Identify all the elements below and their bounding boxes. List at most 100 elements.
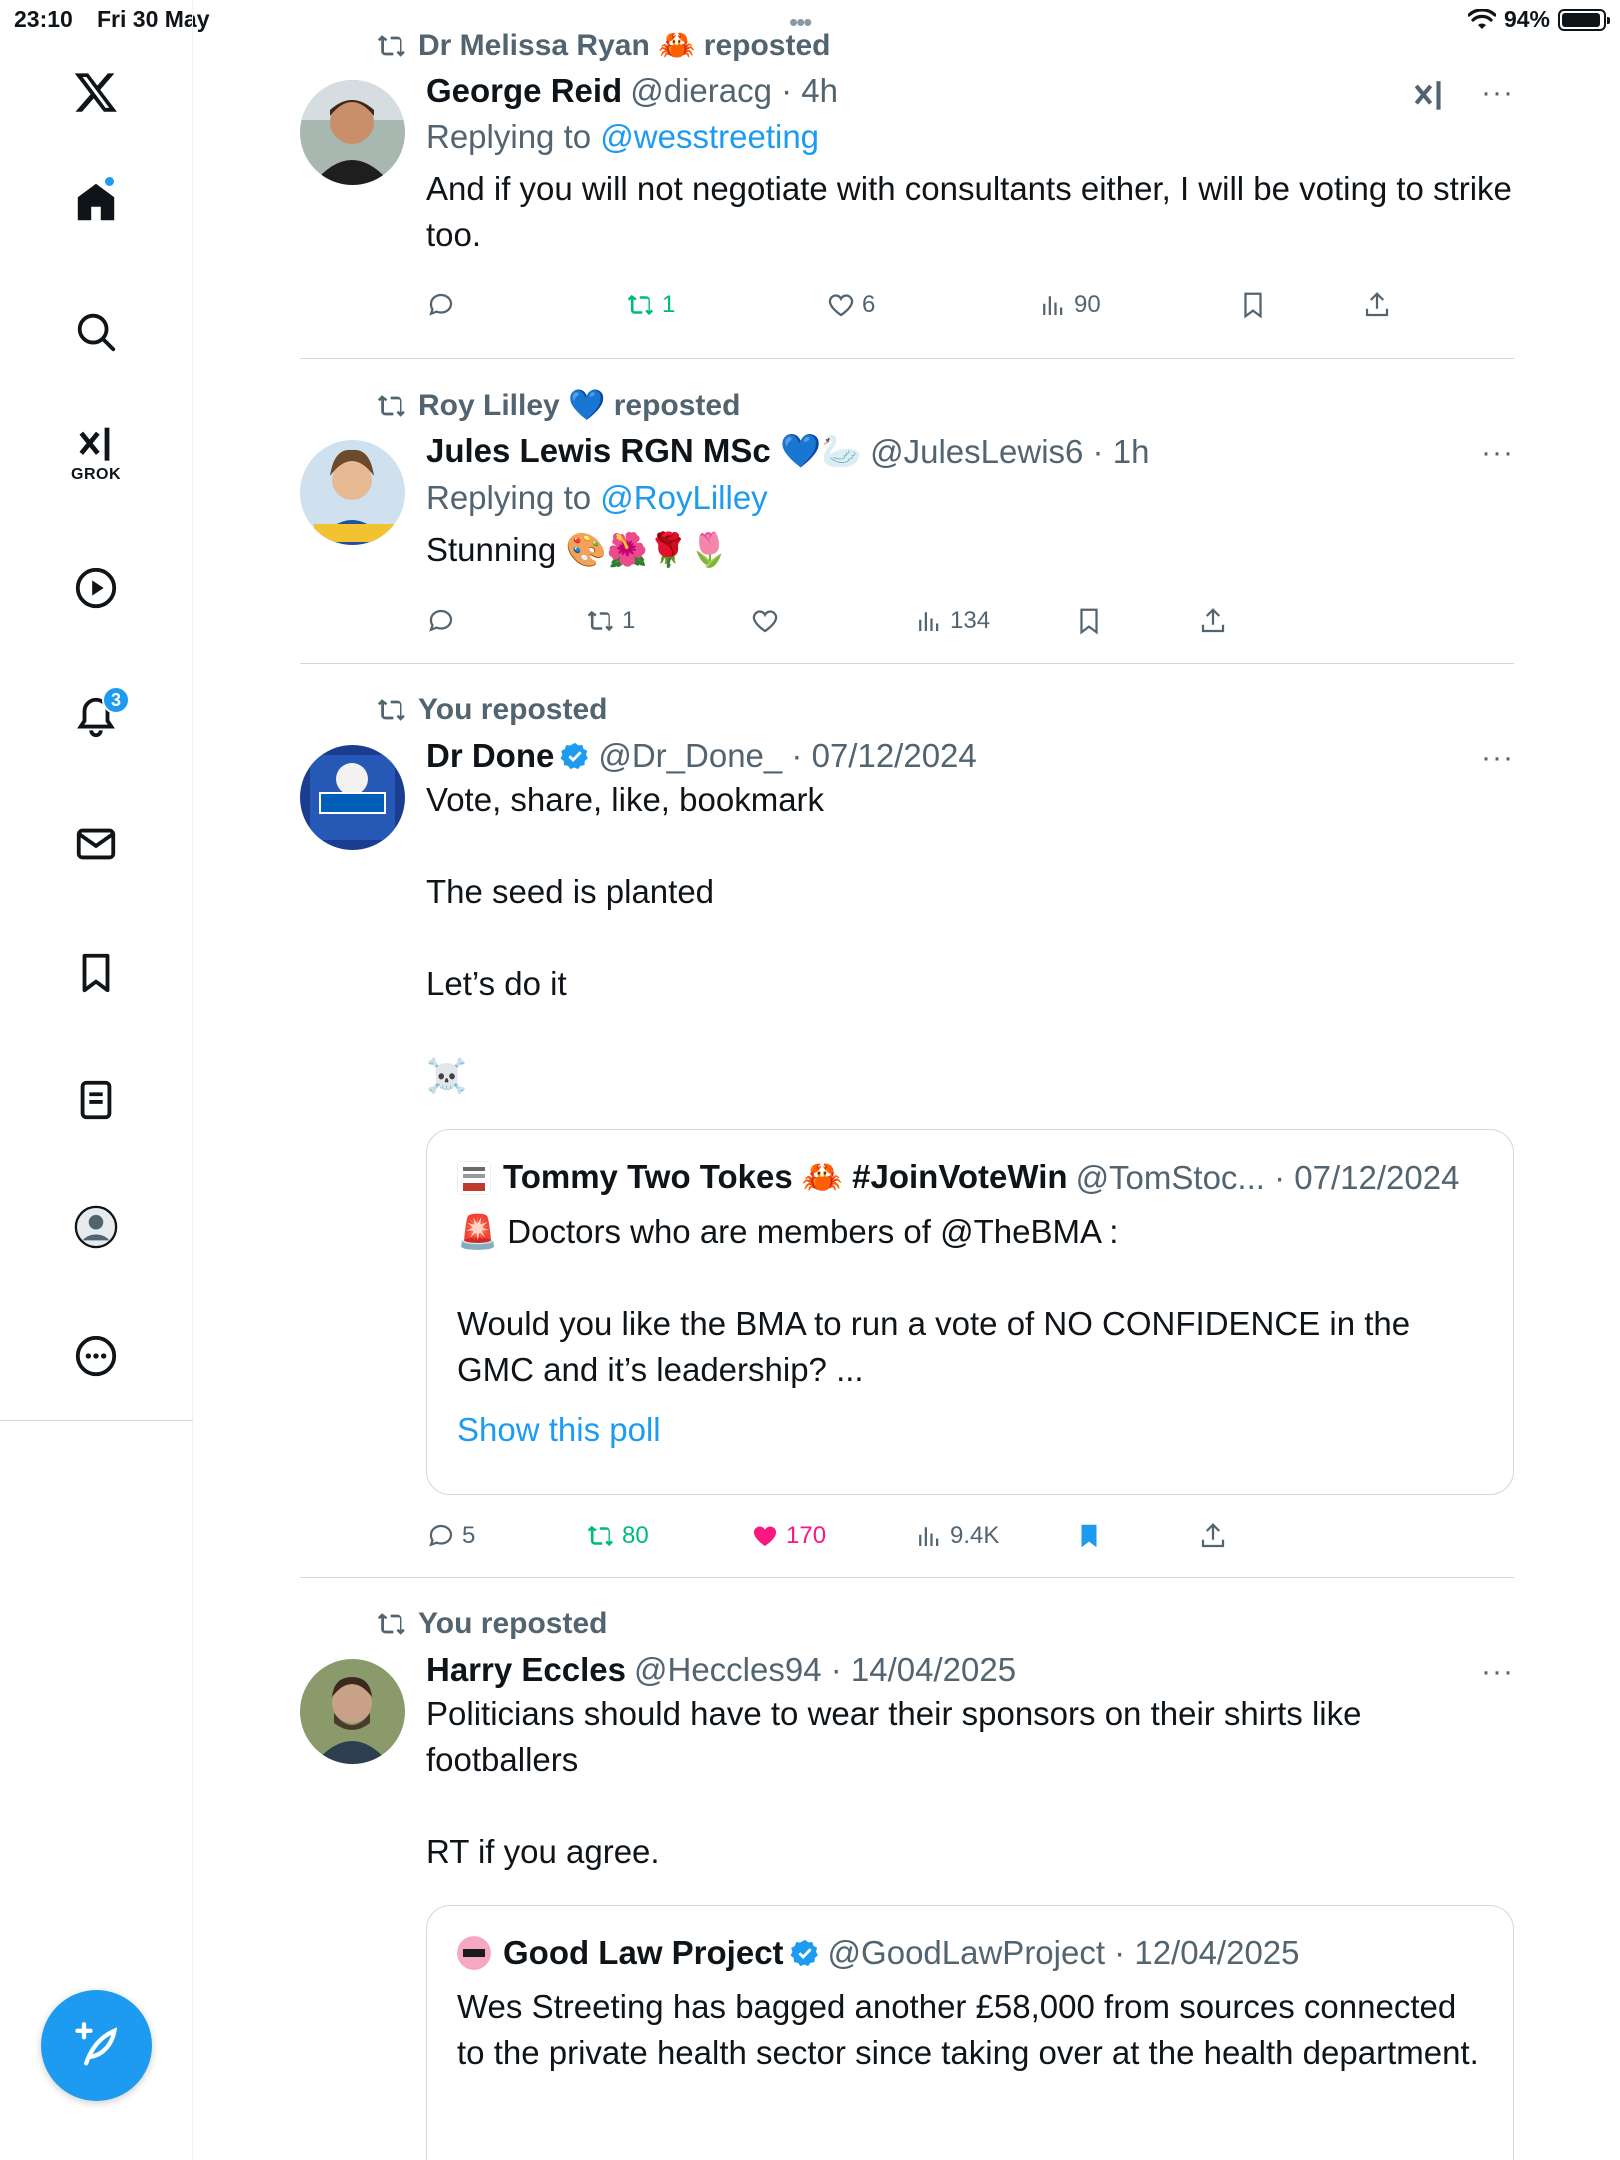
quoted-author-name[interactable]: Good Law Project xyxy=(503,1934,784,1972)
author-name[interactable]: Dr Done xyxy=(426,737,554,775)
quoted-author-avatar[interactable] xyxy=(457,1160,491,1195)
tweet-text: Vote, share, like, bookmark The seed is … xyxy=(426,781,825,1094)
repost-button[interactable]: 80 xyxy=(586,1521,649,1551)
sidebar-item-video[interactable] xyxy=(56,548,136,628)
bookmark-icon xyxy=(1080,608,1098,635)
like-button[interactable] xyxy=(750,606,786,636)
repost-icon xyxy=(377,1613,405,1635)
status-right: 94% xyxy=(1467,6,1610,33)
bookmark-button[interactable] xyxy=(1074,1521,1104,1551)
author-handle[interactable]: @Dr_Done_ · 07/12/2024 xyxy=(598,737,976,775)
author-handle[interactable]: @JulesLewis6 · 1h xyxy=(870,433,1149,471)
view-count: 90 xyxy=(1074,291,1101,318)
avatar[interactable] xyxy=(300,80,405,185)
avatar[interactable] xyxy=(300,745,405,850)
verified-badge-icon xyxy=(560,742,589,770)
sidebar-item-lists[interactable] xyxy=(56,1060,136,1140)
quoted-tweet-header: Tommy Two Tokes 🦀 #JoinVoteWin @TomStoc.… xyxy=(457,1158,1483,1197)
views-button[interactable]: 90 xyxy=(1038,290,1101,320)
repost-icon xyxy=(377,699,405,721)
views-icon xyxy=(1043,296,1063,315)
sidebar-item-more[interactable] xyxy=(56,1316,136,1396)
tweet-content: Jules Lewis RGN MSc 💙🦢 @JulesLewis6 · 1h… xyxy=(426,432,1514,573)
mail-icon xyxy=(76,828,116,860)
more-options-icon[interactable]: ··· xyxy=(1481,76,1514,110)
tweet-content: Harry Eccles @Heccles94 · 14/04/2025 Pol… xyxy=(426,1651,1514,1875)
sidebar-item-profile[interactable] xyxy=(56,1187,136,1267)
more-options-icon[interactable]: ··· xyxy=(1481,1655,1514,1689)
quoted-author-handle[interactable]: @GoodLawProject · 12/04/2025 xyxy=(828,1934,1300,1972)
reply-button[interactable] xyxy=(426,606,462,636)
quoted-author-handle[interactable]: @TomStoc... · 07/12/2024 xyxy=(1076,1159,1460,1197)
share-button[interactable] xyxy=(1362,290,1392,320)
quoted-tweet[interactable]: Good Law Project @GoodLawProject · 12/04… xyxy=(426,1905,1514,2160)
compose-post-button[interactable] xyxy=(41,1990,152,2101)
like-button[interactable]: 170 xyxy=(750,1521,826,1551)
x-logo-icon[interactable] xyxy=(56,52,136,132)
tweet-header: Dr Done @Dr_Done_ · 07/12/2024 xyxy=(426,737,1514,775)
reply-to-link[interactable]: @RoyLilley xyxy=(600,479,767,516)
reply-prefix: Replying to xyxy=(426,479,592,516)
author-name[interactable]: Jules Lewis RGN MSc 💙🦢 xyxy=(426,432,862,471)
tweet-content: Dr Done @Dr_Done_ · 07/12/2024 Vote, sha… xyxy=(426,737,1514,1099)
share-icon xyxy=(1365,292,1389,317)
reply-prefix: Replying to xyxy=(426,118,592,155)
views-button[interactable]: 134 xyxy=(914,606,990,636)
notifications-badge: 3 xyxy=(102,686,130,714)
like-button[interactable]: 6 xyxy=(826,290,875,320)
view-count: 9.4K xyxy=(950,1522,1000,1549)
repost-context-text: You reposted xyxy=(418,693,608,726)
lists-icon xyxy=(80,1080,112,1120)
repost-context: Roy Lilley 💙 reposted xyxy=(376,388,740,423)
reply-context: Replying to @RoyLilley xyxy=(426,479,1514,517)
quoted-tweet-header: Good Law Project @GoodLawProject · 12/04… xyxy=(457,1934,1483,1972)
sidebar-item-bookmarks[interactable] xyxy=(56,933,136,1013)
grok-explain-icon[interactable] xyxy=(1410,78,1448,116)
grok-label: GROK xyxy=(71,466,121,483)
repost-button[interactable]: 1 xyxy=(586,606,635,636)
reply-button[interactable]: 5 xyxy=(426,1521,475,1551)
views-button[interactable]: 9.4K xyxy=(914,1521,999,1551)
sidebar-item-grok[interactable]: GROK xyxy=(56,414,136,494)
reply-button[interactable] xyxy=(426,290,462,320)
repost-count: 80 xyxy=(622,1522,649,1549)
avatar[interactable] xyxy=(300,1659,405,1764)
verified-badge-icon xyxy=(790,1939,818,1967)
share-icon xyxy=(1201,1523,1225,1548)
tweet-actions: 1 134 xyxy=(426,606,1426,646)
quoted-author-avatar[interactable] xyxy=(457,1936,491,1970)
sidebar-item-home[interactable] xyxy=(56,162,136,242)
more-circle-icon xyxy=(75,1335,117,1377)
author-name[interactable]: George Reid xyxy=(426,72,622,110)
quoted-tweet[interactable]: Tommy Two Tokes 🦀 #JoinVoteWin @TomStoc.… xyxy=(426,1129,1514,1495)
share-button[interactable] xyxy=(1198,606,1228,636)
tweet-divider xyxy=(300,1577,1514,1578)
show-poll-link[interactable]: Show this poll xyxy=(457,1411,1483,1449)
sidebar-item-messages[interactable] xyxy=(56,804,136,884)
bookmark-button[interactable] xyxy=(1238,290,1268,320)
sidebar-item-notifications[interactable]: 3 xyxy=(56,677,136,757)
more-options-icon[interactable]: ··· xyxy=(1481,741,1514,775)
reply-to-link[interactable]: @wesstreeting xyxy=(600,118,819,155)
reply-context: Replying to @wesstreeting xyxy=(426,118,1514,156)
sidebar-item-explore[interactable] xyxy=(56,292,136,372)
more-options-icon[interactable]: ··· xyxy=(1481,436,1514,470)
repost-button[interactable]: 1 xyxy=(626,290,675,320)
bookmark-button[interactable] xyxy=(1074,606,1104,636)
repost-context-text: Roy Lilley 💙 reposted xyxy=(418,389,741,422)
view-count: 134 xyxy=(950,607,991,634)
grok-icon xyxy=(79,427,110,461)
like-count: 6 xyxy=(862,291,876,318)
repost-context: You reposted xyxy=(376,1607,607,1641)
repost-icon xyxy=(587,610,613,632)
profile-avatar-icon xyxy=(74,1205,118,1249)
author-handle[interactable]: @Heccles94 · 14/04/2025 xyxy=(634,1651,1016,1689)
author-name[interactable]: Harry Eccles xyxy=(426,1651,626,1689)
repost-context-text: You reposted xyxy=(418,1607,608,1640)
avatar[interactable] xyxy=(300,440,405,545)
tweet-header: Jules Lewis RGN MSc 💙🦢 @JulesLewis6 · 1h xyxy=(426,432,1514,471)
share-button[interactable] xyxy=(1198,1521,1228,1551)
author-handle[interactable]: @dieracg · 4h xyxy=(630,72,838,110)
bookmark-filled-icon xyxy=(1081,1524,1097,1548)
quoted-author-name[interactable]: Tommy Two Tokes 🦀 #JoinVoteWin xyxy=(503,1158,1068,1197)
